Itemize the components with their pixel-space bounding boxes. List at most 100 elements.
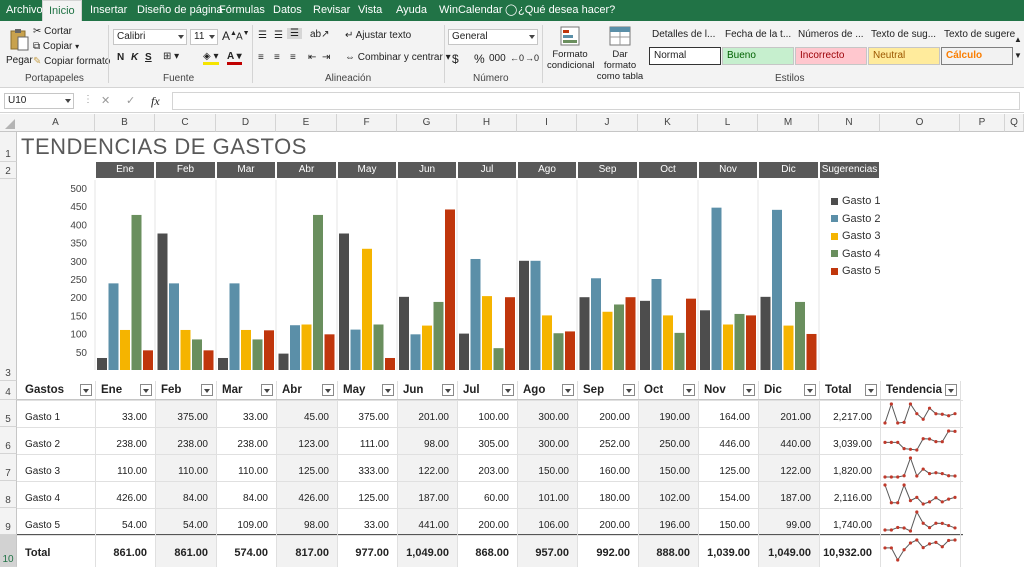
row-header-8[interactable]: 8 [0, 481, 17, 508]
total-cell[interactable]: 2,116.00 [819, 493, 880, 504]
column-header-j[interactable]: J [577, 114, 638, 132]
orientation-icon[interactable]: ab↗ [310, 29, 330, 40]
conditional-format-button[interactable]: Formato condicional [546, 24, 595, 72]
table-cell[interactable]: 238.00 [216, 439, 276, 450]
trend-sparkline[interactable] [883, 510, 957, 533]
filter-dropdown-icon[interactable] [322, 384, 334, 396]
increase-decimal-icon[interactable]: ←0 [510, 53, 524, 63]
row-header-6[interactable]: 6 [0, 427, 17, 454]
table-cell[interactable]: 440.00 [758, 439, 819, 450]
fill-color-icon[interactable]: ◈ ▾ [203, 51, 219, 65]
table-cell[interactable]: 125.00 [276, 466, 337, 477]
row-header-7[interactable]: 7 [0, 454, 17, 481]
table-cell[interactable]: 888.00 [638, 547, 698, 559]
style-normal[interactable]: Normal [649, 47, 721, 65]
filter-dropdown-icon[interactable] [382, 384, 394, 396]
column-header-p[interactable]: P [960, 114, 1005, 132]
table-cell[interactable]: 125.00 [337, 493, 397, 504]
table-cell[interactable]: 54.00 [155, 520, 216, 531]
bold-button[interactable]: N [117, 52, 124, 63]
table-cell[interactable]: 84.00 [216, 493, 276, 504]
table-cell[interactable]: 200.00 [577, 520, 638, 531]
increase-indent-icon[interactable]: ⇥ [322, 52, 330, 63]
grow-font-button[interactable]: A▲ [222, 29, 237, 43]
table-cell[interactable]: 200.00 [577, 412, 638, 423]
table-cell[interactable]: 160.00 [577, 466, 638, 477]
column-header-d[interactable]: D [216, 114, 276, 132]
column-header-g[interactable]: G [397, 114, 457, 132]
align-left-icon[interactable]: ≡ [258, 52, 264, 63]
align-bottom-icon[interactable]: ☰ [287, 28, 302, 39]
table-cell[interactable]: 200.00 [457, 520, 517, 531]
table-cell[interactable]: 574.00 [216, 547, 276, 559]
copy-button[interactable]: ⧉ Copiar ▾ [33, 41, 79, 52]
decrease-decimal-icon[interactable]: →0 [525, 53, 539, 63]
table-cell[interactable]: 426.00 [276, 493, 337, 504]
table-cell[interactable]: 99.00 [758, 520, 819, 531]
total-row-label[interactable]: Total [17, 547, 95, 559]
font-color-icon[interactable]: A ▾ [227, 51, 242, 65]
tab-diseno-pagina[interactable]: Diseño de página [137, 0, 223, 21]
filter-dropdown-icon[interactable] [140, 384, 152, 396]
table-cell[interactable]: 426.00 [95, 493, 155, 504]
table-cell[interactable]: 84.00 [155, 493, 216, 504]
table-cell[interactable]: 201.00 [758, 412, 819, 423]
table-cell[interactable]: 252.00 [577, 439, 638, 450]
trend-sparkline[interactable] [883, 456, 957, 479]
column-header-m[interactable]: M [758, 114, 819, 132]
merge-center-button[interactable]: ⇔ Combinar y centrar ▾ [345, 52, 451, 63]
tab-wincalendar[interactable]: WinCalendar [439, 0, 503, 21]
row-header-4[interactable]: 4 [0, 381, 17, 400]
select-all-corner[interactable] [0, 114, 18, 132]
tab-formulas[interactable]: Fórmulas [219, 0, 265, 21]
table-cell[interactable]: 300.00 [517, 412, 577, 423]
filter-dropdown-icon[interactable] [945, 384, 957, 396]
filter-dropdown-icon[interactable] [502, 384, 514, 396]
table-cell[interactable]: 110.00 [95, 466, 155, 477]
trend-sparkline[interactable] [883, 429, 957, 452]
style-calculo[interactable]: Cálculo [941, 47, 1013, 65]
sheet-title[interactable]: TENDENCIAS DE GASTOS [21, 134, 307, 160]
table-cell[interactable]: 98.00 [276, 520, 337, 531]
total-cell[interactable]: 2,217.00 [819, 412, 880, 423]
row-header-9[interactable]: 9 [0, 508, 17, 535]
filter-dropdown-icon[interactable] [683, 384, 695, 396]
table-cell[interactable]: 125.00 [698, 466, 758, 477]
table-cell[interactable]: 201.00 [397, 412, 457, 423]
total-cell[interactable]: 1,740.00 [819, 520, 880, 531]
table-cell[interactable]: 33.00 [216, 412, 276, 423]
font-size-select[interactable]: 11 [190, 29, 218, 45]
row-header-2[interactable]: 2 [0, 162, 17, 179]
table-cell[interactable]: 164.00 [698, 412, 758, 423]
table-cell[interactable]: 111.00 [337, 439, 397, 450]
filter-dropdown-icon[interactable] [804, 384, 816, 396]
table-cell[interactable]: 196.00 [638, 520, 698, 531]
currency-button[interactable]: $ [452, 52, 459, 66]
align-center-icon[interactable]: ≡ [274, 52, 280, 63]
filter-dropdown-icon[interactable] [261, 384, 273, 396]
table-cell[interactable]: 375.00 [155, 412, 216, 423]
table-cell[interactable]: 122.00 [758, 466, 819, 477]
tab-vista[interactable]: Vista [358, 0, 382, 21]
table-cell[interactable]: 123.00 [276, 439, 337, 450]
table-cell[interactable]: 333.00 [337, 466, 397, 477]
column-header-k[interactable]: K [638, 114, 698, 132]
thousands-button[interactable]: 000 [489, 53, 506, 64]
table-cell[interactable]: 238.00 [155, 439, 216, 450]
table-cell[interactable]: 992.00 [577, 547, 638, 559]
table-cell[interactable]: 1,049.00 [758, 547, 819, 559]
table-cell[interactable]: 190.00 [638, 412, 698, 423]
table-cell[interactable]: 868.00 [457, 547, 517, 559]
format-as-table-button[interactable]: Dar formato como tabla [595, 24, 643, 82]
style-head-4[interactable]: Texto de sug... [871, 29, 943, 40]
formula-input[interactable] [172, 92, 1020, 110]
table-cell[interactable]: 106.00 [517, 520, 577, 531]
expense-name[interactable]: Gasto 1 [17, 412, 95, 423]
filter-dropdown-icon[interactable] [865, 384, 877, 396]
tab-archivo[interactable]: Archivo [6, 0, 43, 21]
filter-dropdown-icon[interactable] [201, 384, 213, 396]
filter-dropdown-icon[interactable] [442, 384, 454, 396]
row-header-3[interactable]: 3 [0, 179, 17, 381]
table-cell[interactable]: 1,049.00 [397, 547, 457, 559]
row-header-5[interactable]: 5 [0, 400, 17, 427]
